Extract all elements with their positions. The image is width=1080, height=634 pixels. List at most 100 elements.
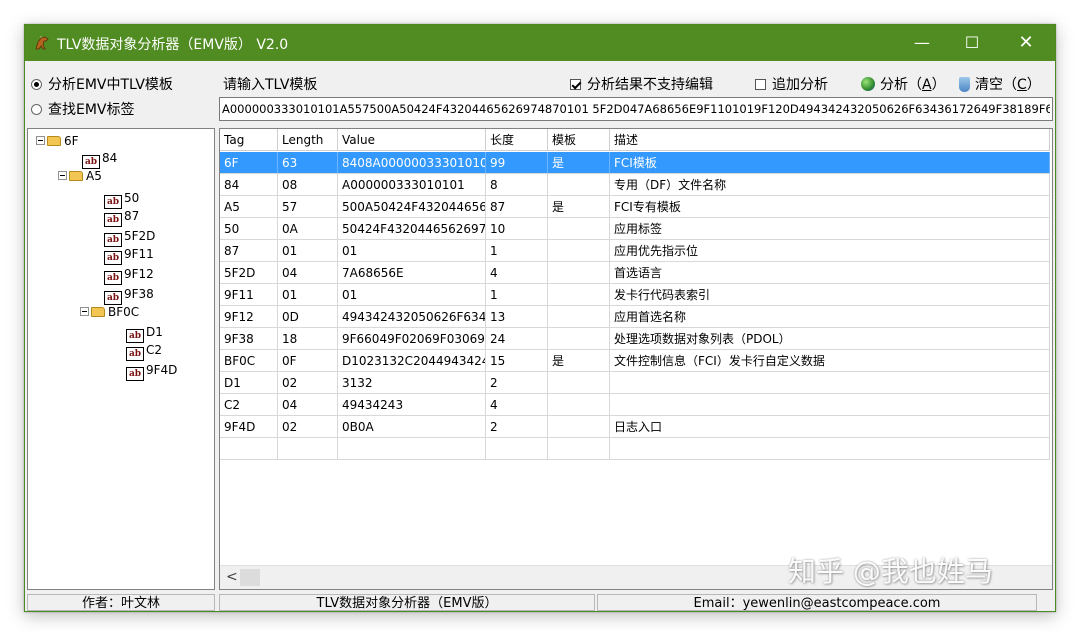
cell-length[interactable]: 04 xyxy=(278,394,338,416)
cell-len-dec[interactable]: 99 xyxy=(486,152,548,174)
cell-tag[interactable]: 9F38 xyxy=(220,328,278,350)
checkbox-unchecked-icon[interactable] xyxy=(755,79,766,90)
close-button[interactable]: ✕ xyxy=(1003,25,1049,61)
cell-value[interactable]: 01 xyxy=(338,284,486,306)
result-grid[interactable]: Tag Length Value 长度 模板 描述 6F 63 8408A00000033301… xyxy=(219,128,1053,590)
tree-node-9f38[interactable]: ab 9F38 xyxy=(104,286,154,305)
cell-len-dec[interactable]: 10 xyxy=(486,218,548,240)
cell-tag[interactable]: 6F xyxy=(220,152,278,174)
cell-value[interactable] xyxy=(338,438,486,460)
cell-template[interactable] xyxy=(548,284,610,306)
cell-value[interactable]: 01 xyxy=(338,240,486,262)
analyze-button[interactable]: 分析（A） xyxy=(861,74,946,94)
cell-length[interactable]: 18 xyxy=(278,328,338,350)
cell-tag[interactable]: 84 xyxy=(220,174,278,196)
tree-node-87[interactable]: ab 87 xyxy=(104,208,139,227)
column-header-length[interactable]: Length xyxy=(278,129,338,151)
column-header-value[interactable]: Value xyxy=(338,129,486,151)
cell-template[interactable] xyxy=(548,218,610,240)
cell-len-dec[interactable]: 87 xyxy=(486,196,548,218)
cell-description[interactable]: 首选语言 xyxy=(610,262,1050,284)
scrollbar-thumb[interactable] xyxy=(240,569,260,586)
tag-tree[interactable]: 6F ab 84 A5 ab 50 ab 87 ab 5F2D ab 9F11 ab 9F12 ab 9F38… xyxy=(27,128,215,590)
cell-value[interactable]: 49434243 xyxy=(338,394,486,416)
title-bar[interactable]: TLV数据对象分析器（EMV版） V2.0 — ☐ ✕ xyxy=(25,25,1055,61)
cell-template[interactable]: 是 xyxy=(548,196,610,218)
table-row[interactable]: 9F38189F66049F02069F03069F1A24 处理选项数据对象列表… xyxy=(220,328,1050,350)
cell-len-dec[interactable]: 2 xyxy=(486,416,548,438)
radio-analyze-emv[interactable]: 分析EMV中TLV模板 xyxy=(31,74,173,94)
scroll-left-arrow-icon[interactable]: < xyxy=(226,569,238,585)
cell-value[interactable]: 50424F43204465626974 xyxy=(338,218,486,240)
cell-tag[interactable]: C2 xyxy=(220,394,278,416)
table-row[interactable]: 84 08 A000000333010101 8 专用（DF）文件名称 xyxy=(220,174,1050,196)
table-row[interactable]: C2 04 49434243 4 xyxy=(220,394,1050,416)
cell-length[interactable]: 0F xyxy=(278,350,338,372)
collapse-icon[interactable] xyxy=(80,307,89,316)
cell-value[interactable]: D1023132C2044943424350 xyxy=(338,350,486,372)
cell-len-dec[interactable]: 1 xyxy=(486,284,548,306)
cell-description[interactable] xyxy=(610,372,1050,394)
cell-template[interactable] xyxy=(548,328,610,350)
cell-template[interactable] xyxy=(548,174,610,196)
cell-template[interactable] xyxy=(548,394,610,416)
cell-len-dec[interactable]: 4 xyxy=(486,262,548,284)
table-row[interactable] xyxy=(220,438,1050,460)
column-header-description[interactable]: 描述 xyxy=(610,129,1050,151)
cell-len-dec[interactable]: 8 xyxy=(486,174,548,196)
cell-description[interactable]: 文件控制信息（FCI）发卡行自定义数据 xyxy=(610,350,1050,372)
table-row[interactable]: 9F120D494342432050626F63436113 应用首选名称 xyxy=(220,306,1050,328)
cell-description[interactable]: FCI专有模板 xyxy=(610,196,1050,218)
table-row[interactable]: BF0C0FD1023132C204494342435015是文件控制信息（FC… xyxy=(220,350,1050,372)
cell-len-dec[interactable] xyxy=(486,438,548,460)
cell-tag[interactable]: 9F12 xyxy=(220,306,278,328)
cell-tag[interactable]: 5F2D xyxy=(220,262,278,284)
clear-button[interactable]: 清空（C） xyxy=(959,74,1041,94)
cell-tag[interactable]: D1 xyxy=(220,372,278,394)
cell-value[interactable]: 9F66049F02069F03069F1A xyxy=(338,328,486,350)
tree-node-c2[interactable]: ab C2 xyxy=(126,342,162,361)
cell-len-dec[interactable]: 2 xyxy=(486,372,548,394)
cell-template[interactable] xyxy=(548,438,610,460)
cell-length[interactable]: 08 xyxy=(278,174,338,196)
cell-length[interactable]: 01 xyxy=(278,284,338,306)
cell-length[interactable]: 63 xyxy=(278,152,338,174)
cell-description[interactable]: 日志入口 xyxy=(610,416,1050,438)
cell-len-dec[interactable]: 4 xyxy=(486,394,548,416)
cell-length[interactable] xyxy=(278,438,338,460)
cell-len-dec[interactable]: 15 xyxy=(486,350,548,372)
cell-description[interactable]: 应用首选名称 xyxy=(610,306,1050,328)
cell-description[interactable]: 处理选项数据对象列表（PDOL） xyxy=(610,328,1050,350)
cell-tag[interactable]: A5 xyxy=(220,196,278,218)
tree-node-6f[interactable]: 6F xyxy=(36,133,79,149)
table-row[interactable]: 9F4D 02 0B0A 2 日志入口 xyxy=(220,416,1050,438)
table-row[interactable]: 87 01 01 1 应用优先指示位 xyxy=(220,240,1050,262)
cell-value[interactable]: A000000333010101 xyxy=(338,174,486,196)
cell-description[interactable]: 应用标签 xyxy=(610,218,1050,240)
cell-template[interactable]: 是 xyxy=(548,350,610,372)
tree-node-a5[interactable]: A5 xyxy=(58,168,102,184)
cell-description[interactable]: 应用优先指示位 xyxy=(610,240,1050,262)
cell-description[interactable] xyxy=(610,438,1050,460)
cell-value[interactable]: 500A50424F43204465626974 xyxy=(338,196,486,218)
maximize-button[interactable]: ☐ xyxy=(949,25,995,61)
cell-template[interactable] xyxy=(548,262,610,284)
table-row[interactable]: A557500A50424F4320446562697487是FCI专有模板 xyxy=(220,196,1050,218)
cell-length[interactable]: 04 xyxy=(278,262,338,284)
cell-length[interactable]: 02 xyxy=(278,372,338,394)
tree-node-9f12[interactable]: ab 9F12 xyxy=(104,266,154,285)
radio-checked-icon[interactable] xyxy=(31,79,42,90)
cell-description[interactable] xyxy=(610,394,1050,416)
tree-node-9f11[interactable]: ab 9F11 xyxy=(104,246,154,265)
tree-node-9f4d[interactable]: ab 9F4D xyxy=(126,362,177,381)
table-row[interactable]: 50 0A 50424F43204465626974 10 应用标签 xyxy=(220,218,1050,240)
cell-length[interactable]: 02 xyxy=(278,416,338,438)
checkbox-checked-icon[interactable] xyxy=(570,79,581,90)
cell-len-dec[interactable]: 24 xyxy=(486,328,548,350)
checkbox-unsupported-edit[interactable]: 分析结果不支持编辑 xyxy=(570,74,713,94)
cell-value[interactable]: 3132 xyxy=(338,372,486,394)
cell-value[interactable]: 8408A000000333010101A5 xyxy=(338,152,486,174)
cell-template[interactable] xyxy=(548,240,610,262)
tree-node-50[interactable]: ab 50 xyxy=(104,190,139,209)
cell-description[interactable]: 专用（DF）文件名称 xyxy=(610,174,1050,196)
